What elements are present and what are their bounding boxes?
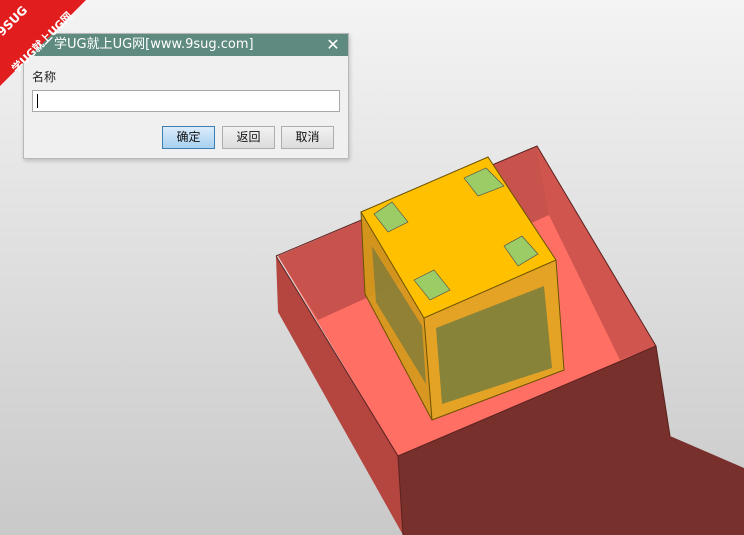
dialog-titlebar[interactable]: 学UG就上UG网[www.9sug.com] ✕ (24, 34, 348, 56)
name-input[interactable] (32, 90, 340, 112)
name-dialog: 学UG就上UG网[www.9sug.com] ✕ 名称 确定 返回 取消 (23, 33, 349, 159)
cancel-button[interactable]: 取消 (281, 126, 334, 149)
back-button[interactable]: 返回 (222, 126, 275, 149)
close-icon[interactable]: ✕ (324, 36, 342, 54)
dialog-title: 学UG就上UG网[www.9sug.com] (54, 37, 254, 52)
ok-button[interactable]: 确定 (162, 126, 215, 149)
name-field-label: 名称 (32, 70, 57, 84)
text-cursor (37, 94, 38, 108)
